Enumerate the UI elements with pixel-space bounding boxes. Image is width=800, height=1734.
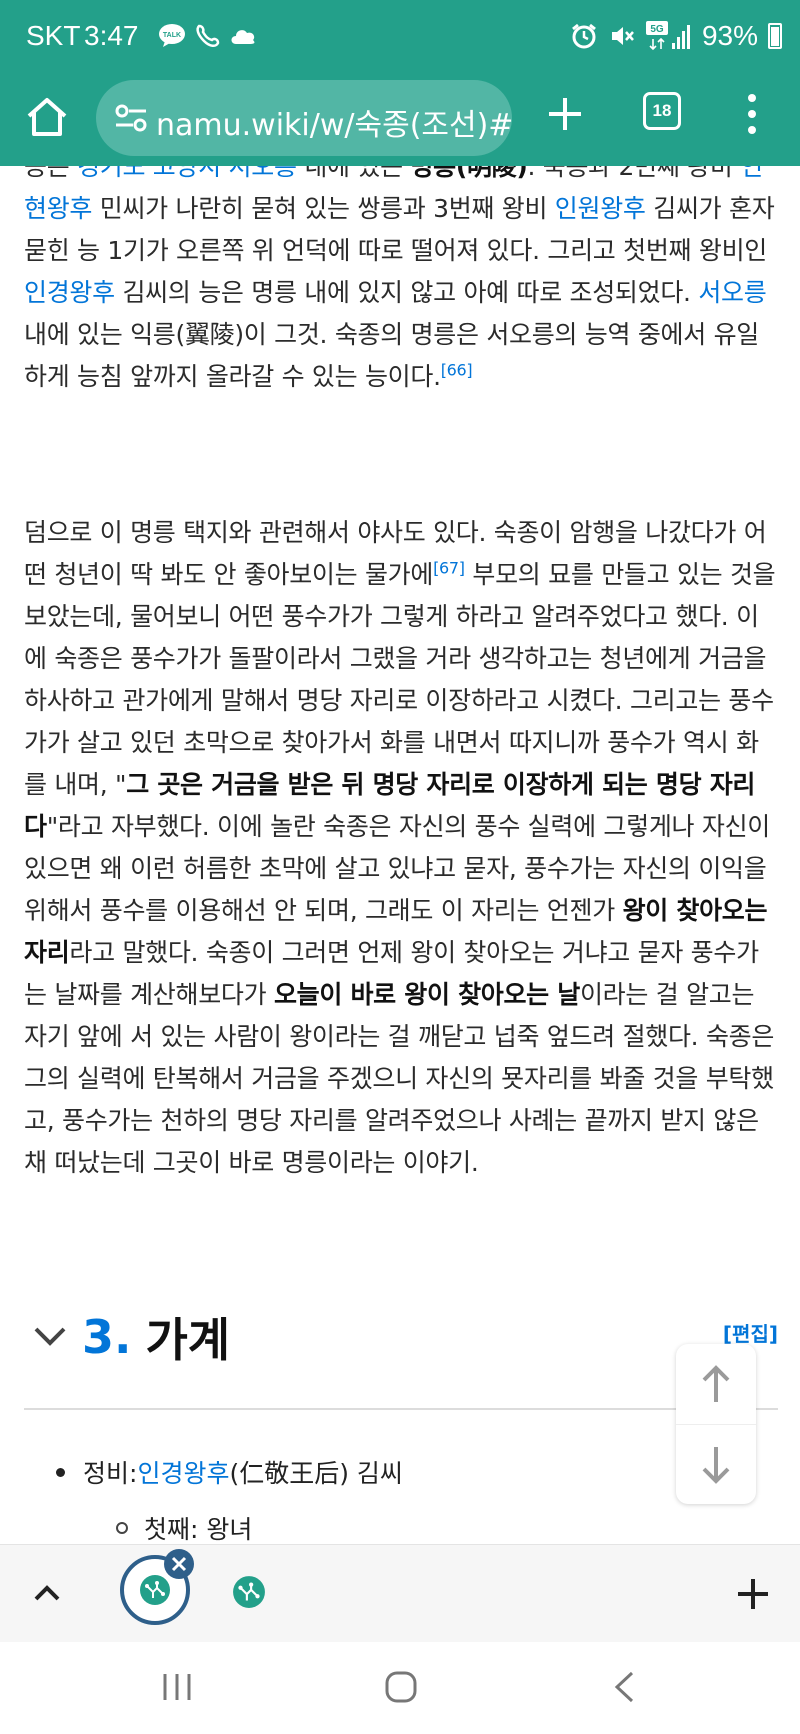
system-status: 5G 93% — [570, 20, 782, 52]
network-type: 5G — [650, 24, 664, 35]
tune-icon[interactable] — [114, 102, 148, 134]
list-item: 정비: 인경왕후 (仁敬王后) 김씨 — [56, 1454, 403, 1490]
text: 김씨의 능은 명릉 내에 있지 않고 아예 따로 조성되었다. — [114, 278, 699, 307]
link-ingyeong-list[interactable]: 인경왕후 — [137, 1454, 229, 1490]
link-myeongneung[interactable]: 명릉(明陵) — [410, 166, 527, 181]
text: . 숙종과 2번째 왕비 — [527, 166, 741, 181]
bold-text: 명릉(明陵) — [410, 166, 528, 181]
add-tab-icon[interactable] — [734, 1575, 772, 1613]
section-title: 가계 — [145, 1313, 231, 1367]
section-number: 3. — [82, 1310, 132, 1364]
text: 민씨가 나란히 묻혀 있는 쌍릉과 3번째 왕비 — [92, 194, 555, 223]
browser-toolbar: namu.wiki/w/숙종(조선)#s 18 — [0, 74, 800, 166]
scroll-controls — [676, 1344, 756, 1504]
home-nav-icon[interactable] — [384, 1670, 418, 1704]
link-ingyeong[interactable]: 인경왕후 — [24, 278, 115, 307]
chevron-up-icon[interactable] — [30, 1577, 64, 1611]
paragraph-legend: 덤으로 이 명릉 택지와 관련해서 야사도 있다. 숙종이 암행을 나갔다가 어… — [24, 512, 776, 1184]
carrier-label: SKT — [26, 20, 81, 51]
footnote-66[interactable]: [66] — [441, 361, 473, 380]
notification-icons: TALK — [158, 22, 258, 48]
talk-notification-icon: TALK — [159, 24, 185, 47]
home-icon[interactable] — [22, 92, 72, 142]
back-icon[interactable] — [612, 1670, 636, 1704]
plus-icon[interactable] — [543, 92, 587, 136]
url-text: namu.wiki/w/숙종(조선)#s — [156, 108, 512, 143]
close-tab-button[interactable] — [164, 1549, 194, 1579]
footnote-67[interactable]: [67] — [433, 559, 465, 578]
edit-section-link[interactable]: [편집] — [723, 1318, 778, 1347]
signal-5g-icon: 5G — [645, 21, 690, 51]
battery-percent: 93% — [701, 20, 758, 51]
address-bar[interactable]: namu.wiki/w/숙종(조선)#s — [96, 80, 512, 156]
system-nav-bar — [0, 1642, 800, 1734]
mute-icon — [611, 27, 634, 45]
clock: 3:47 — [84, 20, 139, 51]
namu-favicon-icon[interactable] — [232, 1575, 266, 1609]
more-vert-icon[interactable] — [740, 90, 764, 138]
text: 부모의 묘를 만들고 있는 것을 보았는데, 물어보니 어떤 풍수가가 그렇게 … — [24, 560, 776, 799]
alarm-icon — [572, 23, 596, 49]
tab-strip — [0, 1544, 800, 1642]
bullet — [56, 1467, 65, 1477]
svg-text:TALK: TALK — [163, 32, 181, 39]
list-label: 정비: — [83, 1459, 138, 1488]
bold-text: 오늘이 바로 왕이 찾아오는 날 — [273, 980, 580, 1009]
battery-icon — [768, 23, 782, 49]
scroll-up-button[interactable] — [676, 1344, 756, 1424]
recents-icon[interactable] — [160, 1672, 194, 1702]
paragraph-tomb: 능은 경기도 고양시 서오릉 내에 있는 명릉(明陵). 숙종과 2번째 왕비 … — [24, 166, 776, 398]
close-icon — [171, 1556, 187, 1572]
list-text: 첫째: 왕녀 — [144, 1515, 253, 1544]
arrow-up-icon — [702, 1365, 730, 1402]
link-seooreung-location[interactable]: 경기도 고양시 서오릉 — [77, 166, 297, 181]
section-header[interactable]: 3. 가계 — [32, 1304, 230, 1370]
text: 내에 있는 익릉(翼陵)이 그것. 숙종의 명릉은 서오릉의 능역 중에서 유일… — [24, 320, 759, 391]
link-inwon[interactable]: 인원왕후 — [555, 194, 646, 223]
link-seooreung[interactable]: 서오릉 — [698, 278, 766, 307]
text: 이라는 걸 알고는 자기 앞에 서 있는 사람이 왕이라는 걸 깨닫고 넙죽 엎… — [24, 980, 775, 1177]
text: 능은 — [24, 166, 78, 181]
section-divider — [24, 1408, 778, 1410]
tab-count-button[interactable]: 18 — [643, 92, 681, 130]
arrow-down-icon — [702, 1447, 730, 1484]
article-content: 능은 경기도 고양시 서오릉 내에 있는 명릉(明陵). 숙종과 2번째 왕비 … — [0, 166, 800, 1544]
scroll-down-button[interactable] — [676, 1424, 756, 1504]
call-notification-icon — [196, 24, 220, 47]
chevron-down-icon[interactable] — [32, 1325, 68, 1349]
bullet — [116, 1522, 128, 1534]
list-item: 첫째: 왕녀 — [116, 1510, 252, 1544]
cloud-icon — [231, 30, 255, 44]
list-text: (仁敬王后) 김씨 — [229, 1459, 403, 1488]
text: 내에 있는 — [296, 166, 411, 181]
status-bar: SKT 3:47 TALK 5G 93% — [0, 0, 800, 74]
